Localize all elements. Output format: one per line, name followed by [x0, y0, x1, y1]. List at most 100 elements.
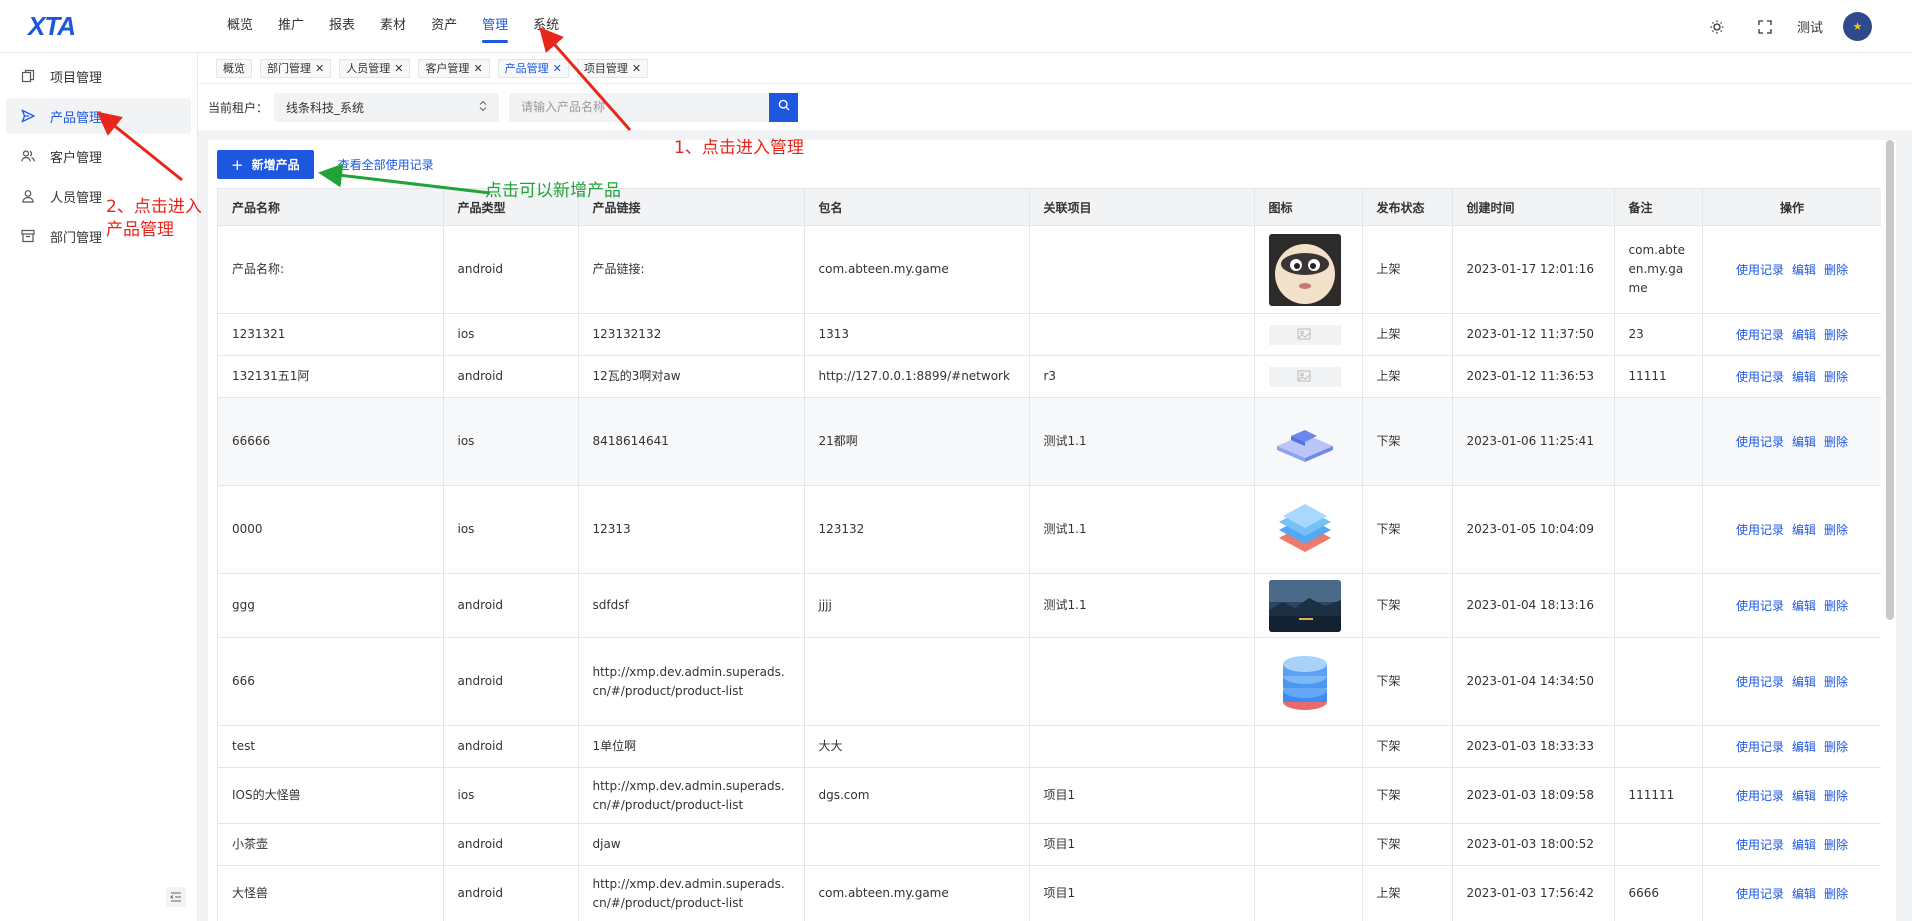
- close-icon[interactable]: ✕: [315, 62, 324, 75]
- sidebar-item-customers[interactable]: 客户管理: [6, 138, 191, 174]
- cell-note: [1614, 397, 1703, 486]
- edit-link[interactable]: 编辑: [1792, 740, 1816, 754]
- cell-text: 2023-01-04 14:34:50: [1466, 674, 1594, 688]
- delete-link[interactable]: 删除: [1824, 887, 1848, 901]
- delete-link[interactable]: 删除: [1824, 675, 1848, 689]
- table-row[interactable]: ggg android sdfdsf jjjj 测试1.1 下架 2023-01-04 18…: [218, 573, 1881, 638]
- vertical-scrollbar[interactable]: [1886, 140, 1894, 620]
- search-button[interactable]: [769, 92, 799, 122]
- cell-note: 111111: [1614, 767, 1703, 824]
- cell-text: dgs.com: [818, 788, 870, 802]
- usage-record-link[interactable]: 使用记录: [1736, 789, 1784, 803]
- usage-record-link[interactable]: 使用记录: [1736, 740, 1784, 754]
- app-logo[interactable]: XTA: [28, 11, 76, 41]
- column-header: 创建时间: [1452, 188, 1615, 226]
- search-icon: [778, 99, 790, 115]
- delete-link[interactable]: 删除: [1824, 523, 1848, 537]
- table-row[interactable]: 132131五1阿 android 12瓦的3啊对aw http://127.0.0.…: [218, 355, 1881, 398]
- table-row[interactable]: test android 1单位啊 大大 下架 2023-01-03 18:33:33 使用…: [218, 725, 1881, 768]
- collapse-sidebar-icon[interactable]: [166, 887, 186, 907]
- cell-text: 1单位啊: [592, 739, 637, 753]
- delete-link[interactable]: 删除: [1824, 263, 1848, 277]
- cell-text: http://127.0.0.1:8899/#network: [818, 369, 1010, 383]
- nav-overview[interactable]: 概览: [227, 0, 253, 53]
- tab-customers[interactable]: 客户管理 ✕: [418, 58, 490, 78]
- nav-materials[interactable]: 素材: [380, 0, 406, 53]
- sidebar-item-departments[interactable]: 部门管理: [6, 218, 191, 254]
- tab-projects[interactable]: 项目管理 ✕: [576, 58, 649, 78]
- sidebar-item-products[interactable]: 产品管理: [6, 98, 191, 134]
- usage-record-link[interactable]: 使用记录: [1736, 599, 1784, 613]
- table-row[interactable]: 产品名称: android 产品链接: com.abteen.my.game 上架 202…: [218, 225, 1881, 314]
- cell-text: http://xmp.dev.admin.superads.cn/#/produ…: [592, 778, 785, 812]
- cell-text: com.abteen.my.game: [818, 262, 949, 276]
- cell-text: test: [232, 739, 256, 753]
- usage-record-link[interactable]: 使用记录: [1736, 523, 1784, 537]
- nav-management[interactable]: 管理: [482, 0, 509, 53]
- delete-link[interactable]: 删除: [1824, 789, 1848, 803]
- table-row[interactable]: 66666 ios 8418614641 21都啊 测试1.1 下架 2023-01-06 …: [218, 397, 1881, 486]
- cell-text: 2023-01-17 12:01:16: [1466, 262, 1594, 276]
- send-icon: [20, 108, 36, 124]
- user-name[interactable]: 测试: [1797, 17, 1823, 36]
- usage-record-link[interactable]: 使用记录: [1736, 675, 1784, 689]
- usage-record-link[interactable]: 使用记录: [1736, 370, 1784, 384]
- product-search-input[interactable]: [509, 92, 770, 122]
- tab-overview[interactable]: 概览: [216, 58, 252, 78]
- add-product-button[interactable]: + 新增产品: [217, 150, 314, 179]
- delete-link[interactable]: 删除: [1824, 328, 1848, 342]
- tenant-select[interactable]: 线条科技_系统: [274, 92, 500, 122]
- filter-bar: 当前租户： 线条科技_系统: [198, 84, 1912, 130]
- view-all-usage-link[interactable]: 查看全部使用记录: [338, 156, 434, 173]
- nav-promotion[interactable]: 推广: [278, 0, 304, 53]
- usage-record-link[interactable]: 使用记录: [1736, 263, 1784, 277]
- table-row[interactable]: 大怪兽 android http://xmp.dev.admin.superads.…: [218, 865, 1881, 921]
- user-avatar[interactable]: ★: [1843, 12, 1872, 41]
- edit-link[interactable]: 编辑: [1792, 435, 1816, 449]
- cell-note: [1614, 725, 1703, 768]
- delete-link[interactable]: 删除: [1824, 838, 1848, 852]
- edit-link[interactable]: 编辑: [1792, 838, 1816, 852]
- delete-link[interactable]: 删除: [1824, 435, 1848, 449]
- product-icon-cell: [1254, 485, 1363, 574]
- table-row[interactable]: 1231321 ios 123132132 1313 上架 2023-01-12 11:3…: [218, 313, 1881, 356]
- nav-system[interactable]: 系统: [533, 0, 559, 53]
- table-row[interactable]: 666 android http://xmp.dev.admin.superads.…: [218, 637, 1881, 726]
- tab-products[interactable]: 产品管理 ✕: [497, 58, 569, 78]
- nav-reports[interactable]: 报表: [329, 0, 355, 53]
- table-row[interactable]: 小茶壶 android djaw 项目1 下架 2023-01-03 18:00:52 使用…: [218, 823, 1881, 866]
- edit-link[interactable]: 编辑: [1792, 887, 1816, 901]
- edit-link[interactable]: 编辑: [1792, 599, 1816, 613]
- column-header: 产品名称: [218, 188, 444, 226]
- usage-record-link[interactable]: 使用记录: [1736, 435, 1784, 449]
- delete-link[interactable]: 删除: [1824, 370, 1848, 384]
- usage-record-link[interactable]: 使用记录: [1736, 887, 1784, 901]
- tab-label: 项目管理: [583, 62, 628, 75]
- tab-staff[interactable]: 人员管理 ✕: [339, 58, 411, 78]
- nav-assets[interactable]: 资产: [431, 0, 457, 53]
- edit-link[interactable]: 编辑: [1792, 523, 1816, 537]
- cell-text: 123132132: [592, 327, 662, 341]
- usage-record-link[interactable]: 使用记录: [1736, 328, 1784, 342]
- fullscreen-icon[interactable]: [1753, 15, 1777, 39]
- edit-link[interactable]: 编辑: [1792, 328, 1816, 342]
- row-actions: 使用记录 编辑 删除: [1702, 313, 1881, 356]
- usage-record-link[interactable]: 使用记录: [1736, 838, 1784, 852]
- edit-link[interactable]: 编辑: [1792, 370, 1816, 384]
- close-icon[interactable]: ✕: [553, 62, 562, 75]
- table-row[interactable]: IOS的大怪兽 ios http://xmp.dev.admin.superads.…: [218, 767, 1881, 824]
- delete-link[interactable]: 删除: [1824, 740, 1848, 754]
- delete-link[interactable]: 删除: [1824, 599, 1848, 613]
- product-icon-cell: [1254, 355, 1363, 398]
- close-icon[interactable]: ✕: [394, 62, 403, 75]
- close-icon[interactable]: ✕: [473, 62, 482, 75]
- theme-toggle-icon[interactable]: [1705, 15, 1729, 39]
- close-icon[interactable]: ✕: [632, 62, 641, 75]
- edit-link[interactable]: 编辑: [1792, 789, 1816, 803]
- tab-departments[interactable]: 部门管理 ✕: [260, 58, 332, 78]
- edit-link[interactable]: 编辑: [1792, 675, 1816, 689]
- sidebar-item-projects[interactable]: 项目管理: [6, 58, 191, 94]
- table-row[interactable]: 0000 ios 12313 123132 测试1.1 下架 2023-01-05 10:0…: [218, 485, 1881, 574]
- edit-link[interactable]: 编辑: [1792, 263, 1816, 277]
- sidebar-item-staff[interactable]: 人员管理: [6, 178, 191, 214]
